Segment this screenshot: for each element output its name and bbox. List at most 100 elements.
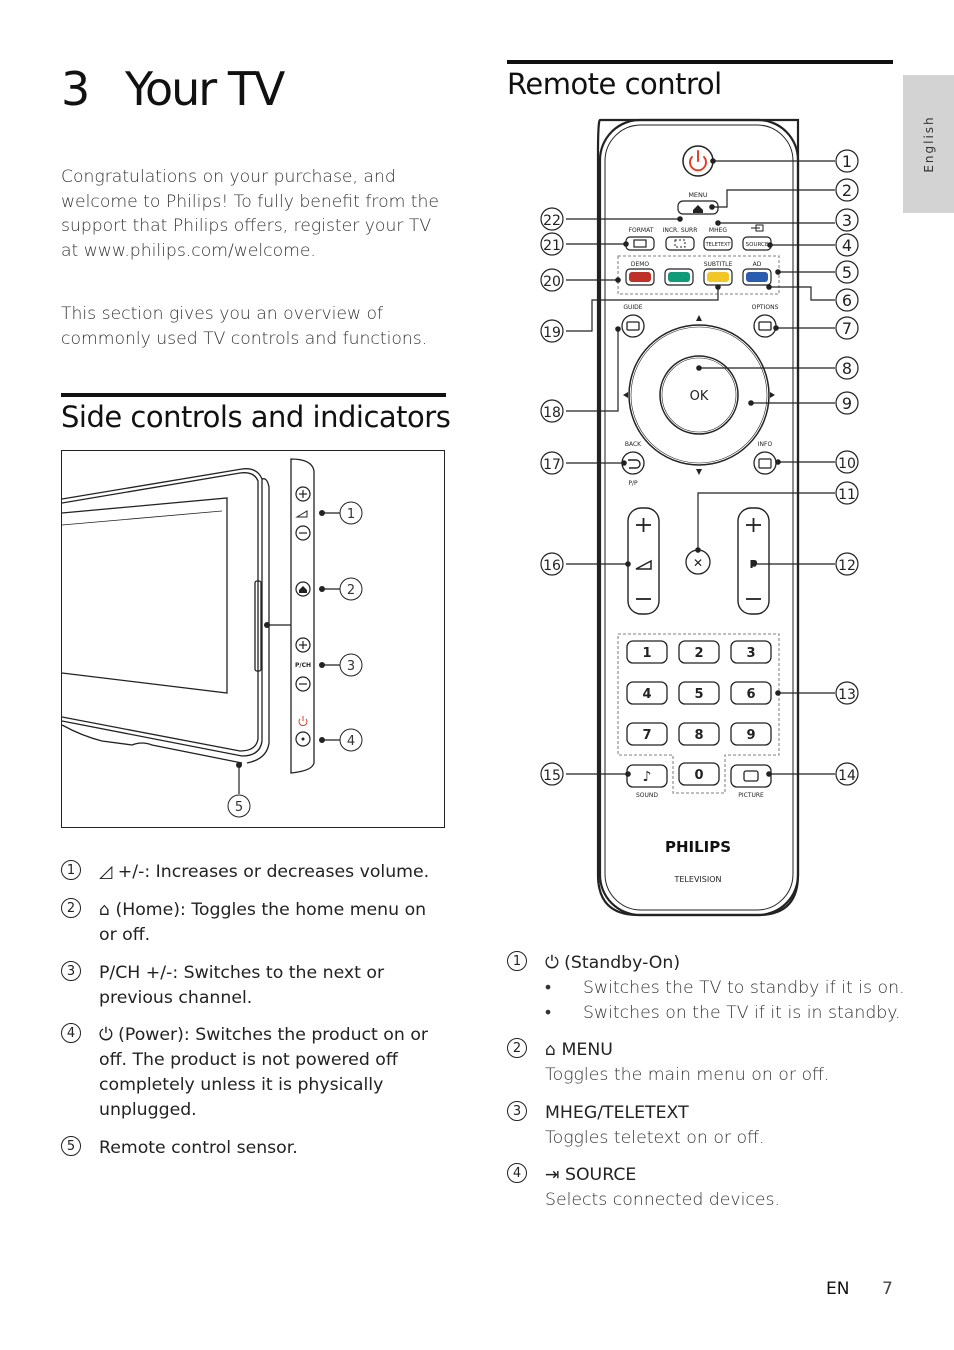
side-item-1: 1 ◿ +/-: Increases or decreases volume. — [61, 860, 441, 885]
picture-button[interactable] — [730, 764, 772, 788]
format-label: FORMAT — [629, 227, 654, 234]
chapter-number: 3 — [61, 62, 90, 116]
item-number: 4 — [507, 1163, 527, 1183]
arrow-right-icon — [770, 392, 775, 398]
television-label: TELEVISION — [673, 875, 721, 884]
incr-surr-label: INCR. SURR — [663, 227, 698, 234]
callout-8: 8 — [842, 359, 852, 378]
teletext-label: TELETEXT — [705, 242, 732, 248]
digit-label: 4 — [642, 687, 651, 702]
guide-button[interactable] — [621, 314, 645, 338]
remote-item-2: 2 ⌂ MENU Toggles the main menu on or off… — [507, 1038, 907, 1088]
callout-2: 2 — [842, 181, 852, 200]
item-number: 1 — [61, 860, 81, 880]
bullet-item: • Switches the TV to standby if it is on. — [545, 976, 905, 1001]
item-title: MHEG/TELETEXT — [545, 1103, 689, 1123]
mheg-label: MHEG — [709, 227, 727, 234]
digit-label: 3 — [746, 646, 755, 661]
item-title: MENU — [561, 1040, 613, 1060]
tv-side-illustration: P/CH 1 2 3 4 5 — [61, 458, 363, 818]
volume-icon — [295, 510, 308, 518]
section-rule — [507, 60, 893, 64]
side-controls-figure: P/CH 1 2 3 4 5 — [61, 450, 445, 828]
callout-9: 9 — [842, 394, 852, 413]
callout-4: 4 — [842, 236, 852, 255]
sound-label: SOUND — [636, 792, 658, 799]
ad-label: AD — [753, 261, 762, 268]
item-text: P/CH +/-: Switches to the next or previo… — [99, 963, 385, 1008]
bullet-text: Switches the TV to standby if it is on. — [583, 978, 905, 998]
demo-label: DEMO — [631, 261, 650, 268]
callout-21: 21 — [543, 238, 561, 254]
bullet-item: • Switches on the TV if it is in standby. — [545, 1001, 905, 1026]
callout-5: 5 — [842, 263, 852, 282]
power-icon: ⏻ — [99, 1025, 113, 1045]
philips-logo: PHILIPS — [665, 838, 731, 856]
remote-control-heading: Remote control — [507, 67, 722, 101]
item-title: (Standby-On) — [564, 953, 681, 973]
item-text: +/-: Increases or decreases volume. — [117, 862, 430, 882]
options-button[interactable] — [753, 314, 777, 338]
subtitle-label: SUBTITLE — [704, 261, 733, 268]
info-label: INFO — [758, 441, 773, 448]
side-item-2: 2 ⌂ (Home): Toggles the home menu on or … — [61, 898, 441, 948]
callout-1: 1 — [842, 152, 852, 171]
item-description: Toggles teletext on or off. — [545, 1128, 765, 1148]
sound-icon: ♪ — [643, 769, 652, 785]
callout-19: 19 — [543, 325, 561, 341]
format-button[interactable] — [625, 236, 655, 251]
side-item-5: 5 Remote control sensor. — [61, 1136, 441, 1161]
home-icon: ⌂ — [545, 1040, 556, 1060]
footer-language: EN — [826, 1279, 850, 1299]
callout-18: 18 — [543, 405, 561, 421]
digit-label: 8 — [694, 728, 703, 743]
callout-17: 17 — [543, 457, 561, 473]
section-rule — [61, 393, 446, 397]
ok-label: OK — [690, 389, 709, 404]
remote-control-illustration: MENU FORMAT INCR. SURR MHEG TELETEXT SOU… — [540, 118, 859, 917]
callout-10: 10 — [838, 456, 856, 472]
language-tab: English — [903, 75, 954, 213]
chapter-title: Your TV — [125, 62, 285, 116]
back-label: BACK — [625, 441, 642, 448]
digit-label: 7 — [642, 728, 651, 743]
digit-label: 2 — [694, 646, 703, 661]
intro-paragraph-2: This section gives you an overview of co… — [61, 304, 428, 349]
item-number: 4 — [61, 1023, 81, 1043]
page-number: 7 — [882, 1279, 893, 1299]
info-button[interactable] — [753, 451, 777, 475]
item-text: (Home): Toggles the home menu on or off. — [99, 900, 427, 945]
callout-14: 14 — [838, 768, 856, 784]
source-icon: ⇥ — [545, 1165, 560, 1185]
options-label: OPTIONS — [752, 304, 779, 311]
callout-15: 15 — [543, 768, 561, 784]
red-button-fill — [629, 272, 651, 282]
power-icon — [298, 716, 308, 727]
digit-label: 0 — [694, 768, 703, 783]
callout-5: 5 — [235, 800, 243, 815]
digit-label: 5 — [694, 687, 703, 702]
incr-surr-button[interactable] — [665, 236, 695, 251]
item-description: Toggles the main menu on or off. — [545, 1065, 830, 1085]
bullet-text: Switches on the TV if it is in standby. — [583, 1003, 901, 1023]
side-item-4: 4 ⏻ (Power): Switches the product on or … — [61, 1023, 441, 1123]
callout-4: 4 — [347, 734, 355, 749]
arrow-left-icon — [623, 392, 628, 398]
callout-11: 11 — [838, 487, 856, 503]
item-number: 2 — [507, 1038, 527, 1058]
digit-label: 1 — [642, 646, 651, 661]
source-label: SOURCE — [746, 242, 769, 248]
source-icon — [751, 224, 764, 232]
item-number: 3 — [507, 1101, 527, 1121]
yellow-button-fill — [707, 272, 729, 282]
pch-label: P/CH — [295, 662, 311, 669]
callout-3: 3 — [842, 211, 852, 230]
item-number: 2 — [61, 898, 81, 918]
digit-label: 9 — [746, 728, 755, 743]
arrow-up-icon — [696, 315, 702, 321]
remote-item-1: 1 ⏻ (Standby-On) • Switches the TV to sta… — [507, 951, 907, 1026]
item-description: Selects connected devices. — [545, 1190, 781, 1210]
volume-icon: ◿ — [99, 862, 113, 882]
callout-3: 3 — [347, 659, 355, 674]
intro-paragraph: Congratulations on your purchase, and we… — [61, 167, 440, 261]
